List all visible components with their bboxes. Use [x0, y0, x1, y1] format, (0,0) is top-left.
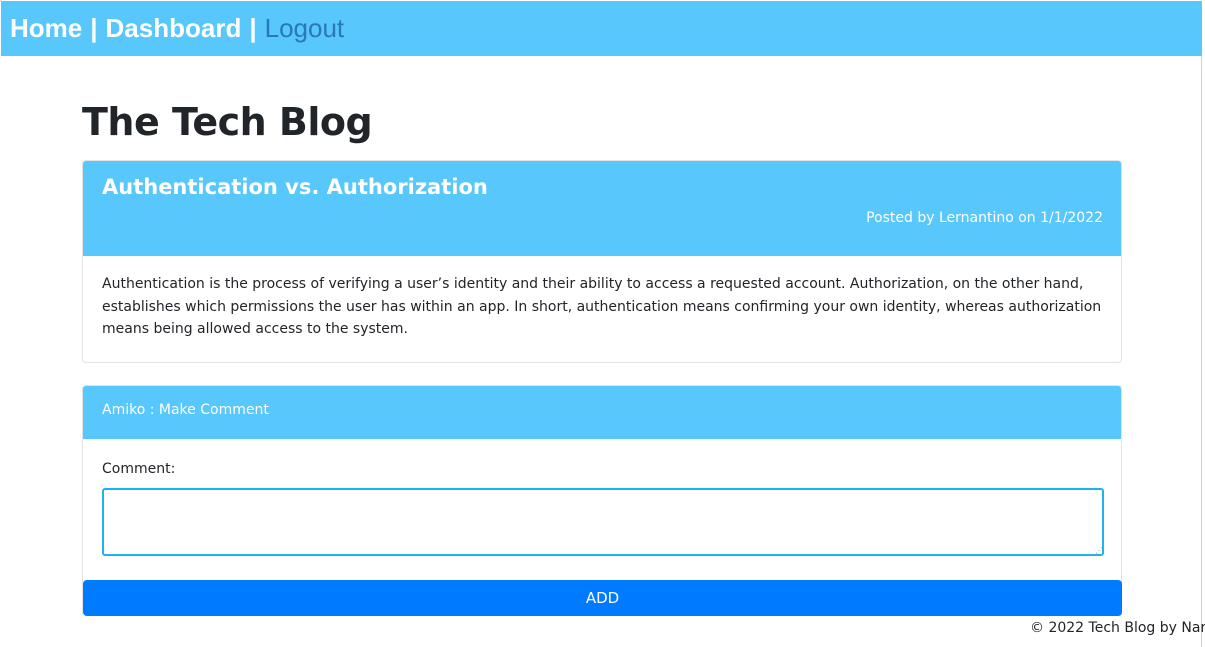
nav-logout-link[interactable]: Logout — [265, 13, 345, 44]
top-navbar: Home | Dashboard | Logout — [1, 1, 1202, 56]
resize-handle-icon[interactable]: ⋰ — [1095, 547, 1103, 555]
comment-input[interactable] — [102, 488, 1104, 556]
post-title: Authentication vs. Authorization — [102, 175, 488, 199]
post-card: Authentication vs. Authorization Posted … — [82, 160, 1122, 363]
add-comment-button[interactable]: ADD — [83, 580, 1122, 616]
comment-header-text: Amiko : Make Comment — [102, 402, 269, 418]
post-header: Authentication vs. Authorization Posted … — [83, 161, 1121, 256]
nav-separator: | — [249, 13, 257, 43]
footer-text: © 2022 Tech Blog by Nara — [1030, 620, 1205, 636]
nav-home-link[interactable]: Home — [10, 13, 82, 44]
nav-dashboard-link[interactable]: Dashboard — [106, 13, 242, 44]
comment-label: Comment: — [102, 461, 176, 477]
comment-header: Amiko : Make Comment — [83, 386, 1121, 439]
post-body: Authentication is the process of verifyi… — [102, 276, 1102, 337]
nav-separator: | — [90, 13, 98, 43]
comment-card: Amiko : Make Comment Comment: ⋰ ADD — [82, 385, 1122, 617]
post-meta: Posted by Lernantino on 1/1/2022 — [866, 210, 1103, 226]
page-title: The Tech Blog — [82, 100, 373, 144]
